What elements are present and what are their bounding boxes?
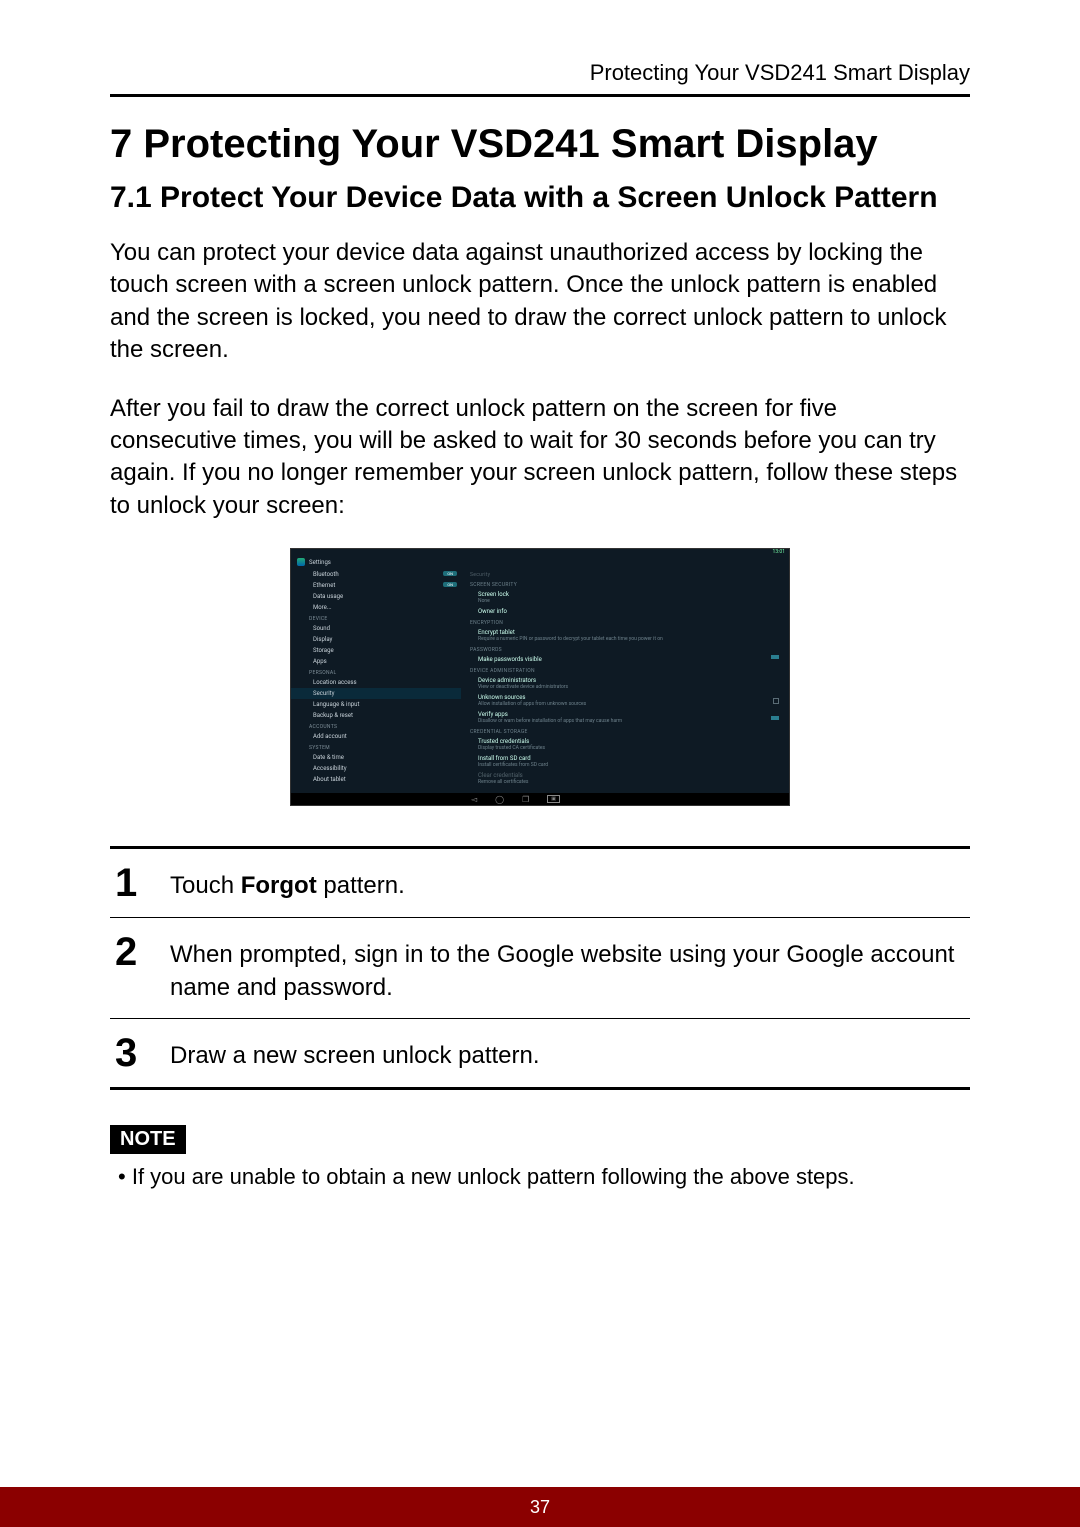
row-make-passwords-visible[interactable]: Make passwords visible [466,654,783,665]
note-text: If you are unable to obtain a new unlock… [110,1164,970,1190]
settings-sidebar: BluetoothON EthernetON Data usage More..… [291,569,461,785]
section-screen-security: SCREEN SECURITY [466,579,783,589]
sidebar-item-backup[interactable]: Backup & reset [291,710,461,721]
sidebar-item-date-time[interactable]: Date & time [291,752,461,763]
step-text: When prompted, sign in to the Google web… [170,932,965,1004]
sidebar-item-data-usage[interactable]: Data usage [291,591,461,602]
row-trusted-credentials[interactable]: Trusted credentialsDisplay trusted CA ce… [466,736,783,753]
row-encrypt-tablet[interactable]: Encrypt tabletRequire a numeric PIN or p… [466,627,783,644]
sidebar-item-ethernet[interactable]: EthernetON [291,580,461,591]
nav-screenshot-icon[interactable]: ▣ [547,795,560,803]
nav-home-icon[interactable]: ◯ [495,795,504,804]
steps-list: 1 Touch Forgot pattern. 2 When prompted,… [110,846,970,1090]
row-install-from-sd[interactable]: Install from SD cardInstall certificates… [466,753,783,770]
settings-screenshot: 13:01 Settings BluetoothON EthernetON Da… [290,548,790,806]
sidebar-item-sound[interactable]: Sound [291,623,461,634]
section-title: 7.1 Protect Your Device Data with a Scre… [110,181,970,215]
row-verify-apps[interactable]: Verify appsDisallow or warn before insta… [466,709,783,726]
paragraph-1: You can protect your device data against… [110,237,970,367]
section-encryption: ENCRYPTION [466,617,783,627]
chapter-title: 7 Protecting Your VSD241 Smart Display [110,122,970,167]
sidebar-category-personal: PERSONAL [291,667,461,677]
row-clear-credentials: Clear credentialsRemove all certificates [466,770,783,787]
step-text: Draw a new screen unlock pattern. [170,1033,540,1072]
page-footer: 37 [0,1487,1080,1527]
step-number: 2 [115,932,145,972]
panel-title: Security [466,569,783,579]
section-credential-storage: CREDENTIAL STORAGE [466,726,783,736]
row-screen-lock[interactable]: Screen lockNone [466,589,783,606]
sidebar-item-location[interactable]: Location access [291,677,461,688]
nav-back-icon[interactable]: ◅ [471,795,477,804]
android-navbar: ◅ ◯ ❐ ▣ [291,793,789,805]
header-rule [110,94,970,97]
sidebar-item-apps[interactable]: Apps [291,656,461,667]
toggle-icon[interactable] [771,716,779,720]
checkbox-icon[interactable] [773,698,779,704]
note-label: NOTE [110,1125,186,1154]
step-number: 3 [115,1033,145,1073]
sidebar-item-security[interactable]: Security [291,688,461,699]
page-number: 37 [530,1497,550,1518]
paragraph-2: After you fail to draw the correct unloc… [110,393,970,523]
section-device-admin: DEVICE ADMINISTRATION [466,665,783,675]
settings-app-title: Settings [297,558,331,566]
sidebar-item-storage[interactable]: Storage [291,645,461,656]
sidebar-item-bluetooth[interactable]: BluetoothON [291,569,461,580]
sidebar-category-system: SYSTEM [291,742,461,752]
row-owner-info[interactable]: Owner info [466,606,783,617]
step-number: 1 [115,863,145,903]
step-1: 1 Touch Forgot pattern. [110,849,970,918]
step-text: Touch Forgot pattern. [170,863,405,902]
sidebar-category-device: DEVICE [291,613,461,623]
sidebar-item-accessibility[interactable]: Accessibility [291,763,461,774]
step-2: 2 When prompted, sign in to the Google w… [110,918,970,1019]
nav-recent-icon[interactable]: ❐ [522,795,529,804]
toggle-icon[interactable] [771,655,779,659]
settings-app-label: Settings [309,559,331,566]
toggle-on-badge[interactable]: ON [443,571,457,576]
sidebar-item-language[interactable]: Language & input [291,699,461,710]
sidebar-item-add-account[interactable]: Add account [291,731,461,742]
sidebar-item-more[interactable]: More... [291,602,461,613]
settings-app-icon [297,558,305,566]
sidebar-category-accounts: ACCOUNTS [291,721,461,731]
step-3: 3 Draw a new screen unlock pattern. [110,1019,970,1087]
status-bar-clock: 13:01 [773,549,785,555]
toggle-on-badge[interactable]: ON [443,582,457,587]
row-unknown-sources[interactable]: Unknown sourcesAllow installation of app… [466,692,783,709]
sidebar-item-display[interactable]: Display [291,634,461,645]
section-passwords: PASSWORDS [466,644,783,654]
sidebar-item-about[interactable]: About tablet [291,774,461,785]
running-header: Protecting Your VSD241 Smart Display [110,60,970,86]
settings-panel: Security SCREEN SECURITY Screen lockNone… [466,569,789,787]
row-device-administrators[interactable]: Device administratorsView or deactivate … [466,675,783,692]
